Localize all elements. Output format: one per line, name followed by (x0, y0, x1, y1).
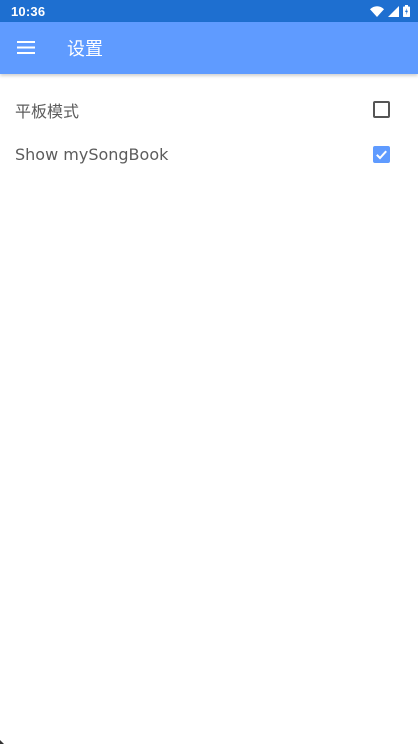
status-bar: 10:36 (0, 0, 418, 22)
battery-icon (403, 5, 410, 17)
tablet-mode-checkbox[interactable] (373, 101, 390, 118)
wifi-icon (370, 5, 384, 17)
show-mysongbook-checkbox[interactable] (373, 146, 390, 163)
page-title: 设置 (67, 39, 103, 60)
app-bar: 设置 (0, 22, 418, 74)
setting-row-tablet-mode[interactable]: 平板模式 (0, 87, 418, 132)
corner-mark (0, 740, 4, 744)
menu-icon (17, 39, 35, 58)
cell-signal-icon (388, 5, 399, 17)
status-icons (370, 5, 410, 17)
menu-button[interactable] (0, 22, 52, 74)
checkmark-icon (376, 150, 387, 160)
setting-label-tablet-mode: 平板模式 (15, 101, 80, 121)
setting-row-show-mysongbook[interactable]: Show mySongBook (0, 132, 418, 177)
setting-label-show-mysongbook: Show mySongBook (15, 145, 169, 164)
settings-screen: 10:36 设置 平板模式 Show mySongBook (0, 0, 418, 744)
status-time: 10:36 (11, 3, 46, 19)
settings-list: 平板模式 Show mySongBook (0, 87, 418, 177)
